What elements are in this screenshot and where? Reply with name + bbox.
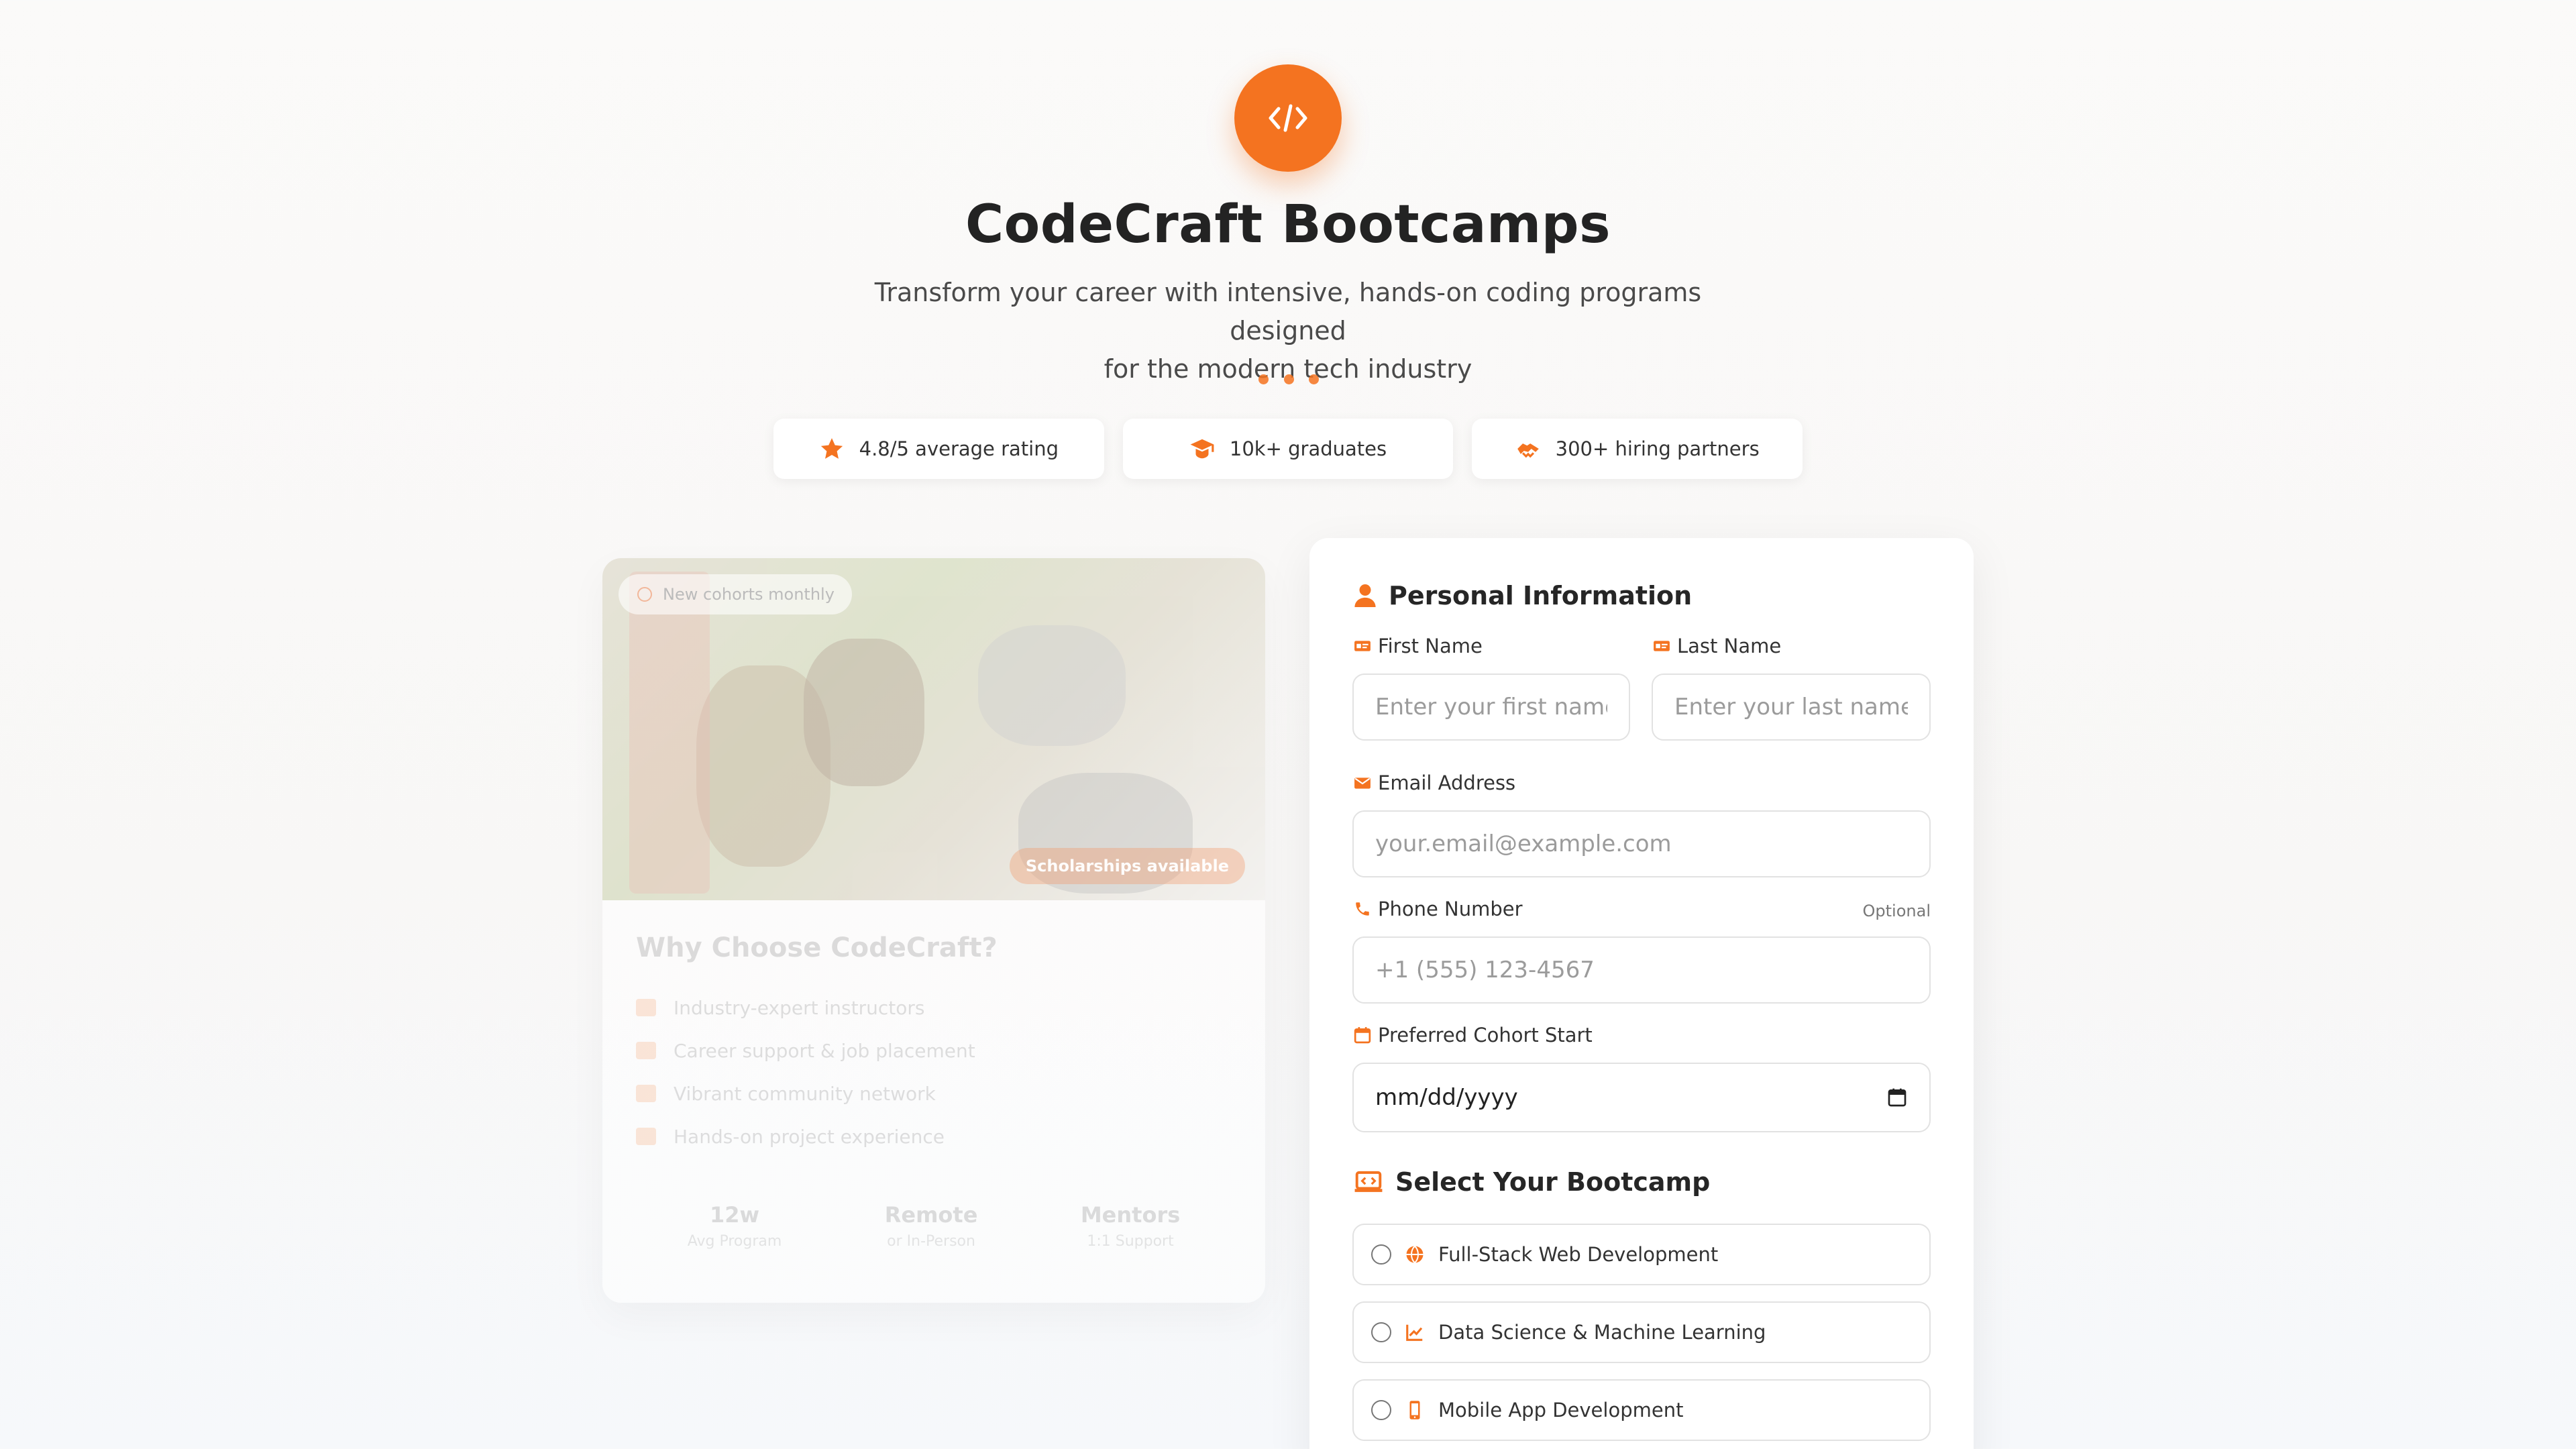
label-text: First Name bbox=[1378, 635, 1483, 657]
radio-button[interactable] bbox=[1371, 1400, 1391, 1420]
option-label: Data Science & Machine Learning bbox=[1438, 1321, 1766, 1344]
chart-line-icon bbox=[1406, 1324, 1423, 1341]
promo-metrics: 12w Avg Program Remote or In-Person Mentor… bbox=[636, 1202, 1232, 1250]
metric: 12w Avg Program bbox=[688, 1202, 782, 1250]
scholarship-badge: Scholarships available bbox=[1009, 848, 1245, 884]
calendar-icon bbox=[1354, 1027, 1371, 1044]
stat-label: 300+ hiring partners bbox=[1555, 437, 1760, 460]
email-label: Email Address bbox=[1354, 771, 1515, 794]
feature-label: Hands-on project experience bbox=[674, 1125, 945, 1148]
id-card-icon bbox=[1354, 641, 1371, 651]
phone-icon bbox=[1356, 902, 1369, 916]
subtitle-line-1: Transform your career with intensive, ha… bbox=[874, 278, 1702, 345]
badge-label: New cohorts monthly bbox=[663, 585, 835, 604]
feature-label: Industry-expert instructors bbox=[674, 996, 925, 1019]
users-icon bbox=[636, 1085, 656, 1102]
envelope-icon bbox=[1354, 777, 1371, 789]
laptop-icon bbox=[636, 1128, 656, 1145]
decorative-dots bbox=[1258, 372, 1319, 386]
stat-graduates: 10k+ graduates bbox=[1122, 419, 1454, 479]
logo bbox=[1234, 64, 1342, 172]
metric-value: 12w bbox=[709, 1202, 760, 1228]
phone-label: Phone Number bbox=[1354, 898, 1523, 920]
cohort-date-input[interactable]: mm/dd/yyyy bbox=[1352, 1063, 1931, 1132]
bootcamp-heading: Select Your Bootcamp bbox=[1354, 1167, 1710, 1197]
id-card-icon bbox=[1654, 641, 1670, 651]
stat-rating: 4.8/5 average rating bbox=[773, 419, 1104, 479]
optional-tag: Optional bbox=[1862, 902, 1931, 920]
email-input[interactable] bbox=[1352, 810, 1931, 877]
briefcase-icon bbox=[636, 1042, 656, 1059]
registration-form: Personal Information First Name Last Nam… bbox=[1309, 538, 1974, 1449]
first-name-label: First Name bbox=[1354, 635, 1483, 657]
last-name-input[interactable] bbox=[1652, 674, 1931, 741]
metric-value: Remote bbox=[884, 1202, 978, 1228]
cohort-label: Preferred Cohort Start bbox=[1354, 1024, 1593, 1046]
instructor-icon bbox=[636, 999, 656, 1016]
star-icon bbox=[820, 438, 843, 459]
promo-title: Why Choose CodeCraft? bbox=[636, 932, 998, 963]
metric: Remote or In-Person bbox=[885, 1202, 978, 1250]
section-title-text: Personal Information bbox=[1389, 581, 1693, 610]
feature-item: Career support & job placement bbox=[636, 1029, 1232, 1072]
feature-item: Hands-on project experience bbox=[636, 1115, 1232, 1158]
feature-item: Vibrant community network bbox=[636, 1072, 1232, 1115]
user-icon bbox=[1354, 584, 1376, 607]
calendar-picker-icon[interactable] bbox=[1886, 1087, 1908, 1108]
metric-label: or In-Person bbox=[887, 1233, 975, 1250]
metric-label: Avg Program bbox=[687, 1233, 782, 1250]
section-title-text: Select Your Bootcamp bbox=[1395, 1167, 1711, 1197]
bootcamp-option-fullstack[interactable]: Full-Stack Web Development bbox=[1352, 1224, 1931, 1285]
phone-input[interactable] bbox=[1352, 936, 1931, 1004]
mobile-icon bbox=[1409, 1401, 1420, 1419]
promo-body: Why Choose CodeCraft? Industry-expert in… bbox=[602, 900, 1265, 1250]
clock-icon bbox=[637, 587, 652, 602]
label-text: Phone Number bbox=[1378, 898, 1523, 920]
promo-card: New cohorts monthly Scholarships availab… bbox=[602, 558, 1265, 1303]
badge-label: Scholarships available bbox=[1025, 857, 1229, 875]
date-value: mm/dd/yyyy bbox=[1375, 1084, 1518, 1111]
metric-value: Mentors bbox=[1080, 1202, 1181, 1228]
label-text: Last Name bbox=[1677, 635, 1782, 657]
stat-partners: 300+ hiring partners bbox=[1472, 419, 1803, 479]
feature-label: Career support & job placement bbox=[674, 1039, 975, 1062]
page-subtitle: Transform your career with intensive, ha… bbox=[818, 274, 1758, 388]
metric: Mentors 1:1 Support bbox=[1081, 1202, 1180, 1250]
globe-icon bbox=[1406, 1245, 1424, 1264]
radio-button[interactable] bbox=[1371, 1322, 1391, 1342]
option-label: Full-Stack Web Development bbox=[1438, 1243, 1719, 1266]
stat-label: 4.8/5 average rating bbox=[859, 437, 1059, 460]
feature-item: Industry-expert instructors bbox=[636, 986, 1232, 1029]
last-name-label: Last Name bbox=[1653, 635, 1781, 657]
first-name-input[interactable] bbox=[1352, 674, 1630, 741]
personal-info-heading: Personal Information bbox=[1354, 581, 1692, 610]
stats-bar: 4.8/5 average rating 10k+ graduates 300+… bbox=[773, 419, 1803, 479]
option-label: Mobile App Development bbox=[1438, 1399, 1684, 1421]
laptop-code-icon bbox=[1354, 1171, 1383, 1192]
radio-button[interactable] bbox=[1371, 1244, 1391, 1265]
graduate-icon bbox=[1190, 439, 1214, 459]
label-text: Email Address bbox=[1378, 771, 1516, 794]
handshake-icon bbox=[1517, 443, 1539, 458]
new-cohorts-badge: New cohorts monthly bbox=[619, 574, 852, 614]
page-title: CodeCraft Bootcamps bbox=[965, 195, 1611, 255]
metric-label: 1:1 Support bbox=[1087, 1233, 1174, 1250]
stat-label: 10k+ graduates bbox=[1229, 437, 1387, 460]
code-icon bbox=[1269, 104, 1307, 132]
bootcamp-option-mobile[interactable]: Mobile App Development bbox=[1352, 1379, 1931, 1441]
label-text: Preferred Cohort Start bbox=[1378, 1024, 1593, 1046]
bootcamp-option-datascience[interactable]: Data Science & Machine Learning bbox=[1352, 1301, 1931, 1363]
feature-label: Vibrant community network bbox=[674, 1082, 936, 1105]
